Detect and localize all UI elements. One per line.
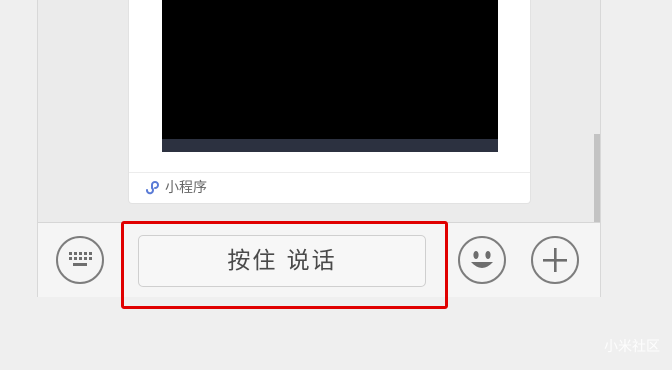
highlight-box (121, 221, 448, 309)
keyboard-toggle-button[interactable] (56, 236, 104, 284)
scrollbar[interactable] (594, 134, 600, 222)
message-list: 小程序 (38, 0, 600, 222)
mini-program-label: 小程序 (165, 180, 207, 196)
emoji-button[interactable] (458, 236, 506, 284)
video-control-bar (162, 139, 498, 152)
mini-program-footer: 小程序 (129, 172, 530, 204)
video-preview[interactable] (162, 0, 498, 152)
mini-program-card[interactable]: 小程序 (128, 0, 531, 204)
mini-program-icon (143, 178, 161, 196)
watermark: 小米社区 (604, 339, 660, 355)
more-options-button[interactable] (531, 236, 579, 284)
